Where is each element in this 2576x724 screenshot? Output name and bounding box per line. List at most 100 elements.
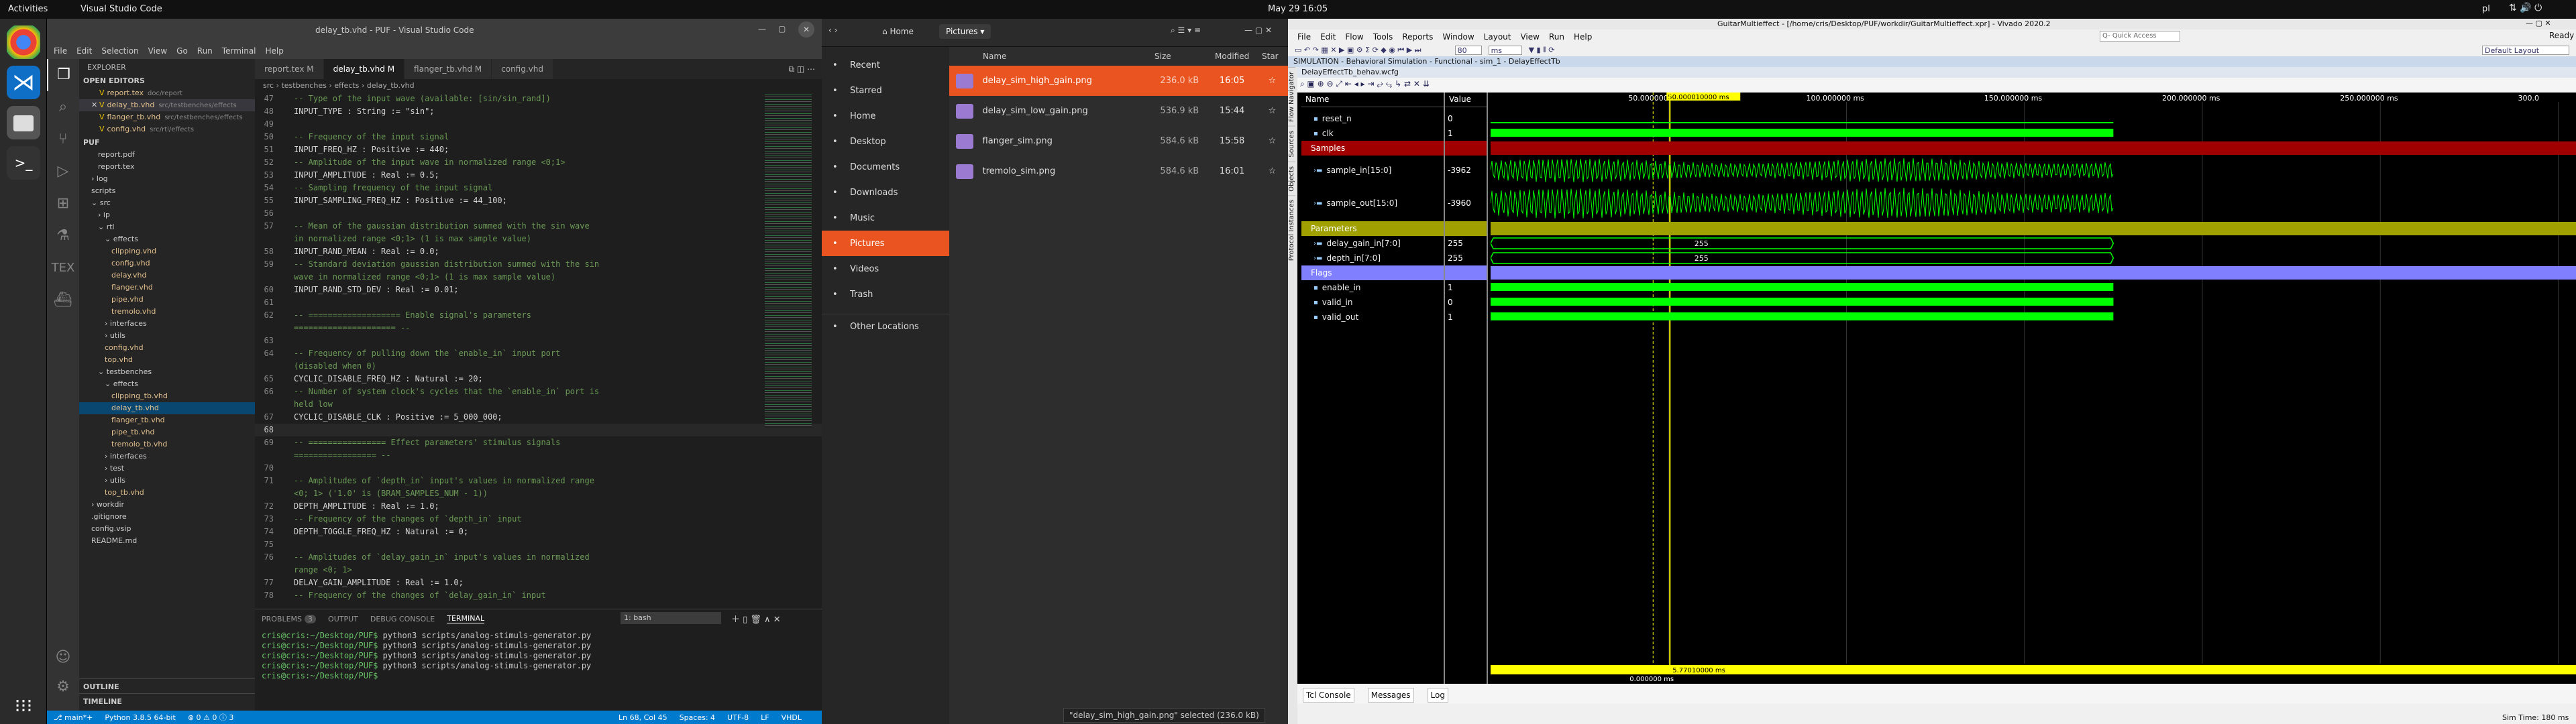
tree-item[interactable]: delay_tb.vhd	[79, 402, 255, 414]
editor-tab[interactable]: config.vhd	[492, 59, 553, 79]
workspace-header[interactable]: PUF	[79, 135, 255, 149]
signal-name-row[interactable]: ›▬ sample_out[15:0]	[1301, 185, 1444, 221]
sidebar-item-starred[interactable]: • Starred	[822, 78, 949, 103]
tree-item[interactable]: clipping.vhd	[79, 245, 255, 257]
column-header-modified[interactable]: Modified	[1211, 52, 1258, 61]
docker-icon[interactable]: ⛴	[47, 284, 79, 316]
breadcrumb[interactable]: src › testbenches › effects › delay_tb.v…	[255, 79, 822, 93]
signal-name-row[interactable]: ›▬ sample_in[15:0]	[1301, 156, 1444, 185]
tree-item[interactable]: ⌄ testbenches	[79, 366, 255, 378]
settings-gear-icon[interactable]: ⚙	[47, 678, 79, 708]
menu-file[interactable]: File	[54, 46, 67, 56]
tree-item[interactable]: › utils	[79, 475, 255, 487]
tree-item[interactable]: ⌄ effects	[79, 233, 255, 245]
wave-depth_in[7:0][interactable]	[1491, 252, 2114, 264]
column-header-size[interactable]: Size	[1150, 52, 1211, 61]
status-item[interactable]: Python 3.8.5 64-bit	[105, 713, 175, 722]
panel-tab-output[interactable]: OUTPUT	[328, 615, 358, 623]
close-editor-icon[interactable]: ✕	[91, 101, 99, 109]
expand-chevron-icon[interactable]: ›▬	[1313, 200, 1322, 207]
toolbar-icons[interactable]: ▭ ↶ ↷ ▦ ✕ ▶ ▣ ⚙ Σ ⟳ ◆ ◉ ⏮ ▶ ⏭	[1295, 46, 1421, 55]
tree-item[interactable]: › log	[79, 173, 255, 185]
vivado-menu-layout[interactable]: Layout	[1484, 32, 1511, 42]
tree-item[interactable]: scripts	[79, 185, 255, 197]
window-controls-icon[interactable]: — ▢ ✕	[2526, 19, 2551, 27]
vscode-icon[interactable]: ⋊	[7, 66, 40, 99]
sidebar-item-music[interactable]: • Music	[822, 205, 949, 231]
testing-icon[interactable]: ⚗	[47, 220, 79, 252]
sidebar-item-desktop[interactable]: • Desktop	[822, 129, 949, 154]
activities-button[interactable]: Activities	[8, 4, 48, 14]
star-icon[interactable]: ☆	[1262, 166, 1288, 176]
status-item[interactable]: LF	[761, 713, 769, 722]
signal-name-row[interactable]: Parameters	[1301, 221, 1444, 236]
vivado-menu-view[interactable]: View	[1520, 32, 1539, 42]
sidebar-item-recent[interactable]: • Recent	[822, 52, 949, 78]
maximize-icon[interactable]: ▢	[778, 24, 786, 34]
side-tab-protocol-instances[interactable]: Protocol Instances	[1288, 195, 1295, 265]
signal-name-row[interactable]: Samples	[1301, 141, 1444, 156]
tree-item[interactable]: flanger_tb.vhd	[79, 414, 255, 426]
sidebar-item-home[interactable]: • Home	[822, 103, 949, 129]
menu-edit[interactable]: Edit	[76, 46, 92, 56]
column-header-name[interactable]: Name	[949, 52, 1150, 61]
pictures-crumb[interactable]: Pictures ▾	[939, 24, 991, 39]
tree-item[interactable]: ⌄ rtl	[79, 221, 255, 233]
side-tab-objects[interactable]: Objects	[1288, 161, 1295, 196]
wave-sample_out[interactable]	[1491, 188, 2114, 219]
wave-toolbar[interactable]: ⌕ ▣ ⊕ ⊖ ⤢ ⇤ ◂ ▸ ⇥ ⥂ ⥃ ↳ ⇄ ✕ ⇊	[1300, 79, 2575, 91]
show-apps-icon[interactable]: ⁝⁝⁝	[7, 689, 40, 723]
tree-item[interactable]: report.pdf	[79, 149, 255, 161]
sidebar-item-pictures[interactable]: • Pictures	[822, 231, 949, 256]
star-icon[interactable]: ☆	[1262, 76, 1288, 86]
minimize-icon[interactable]: —	[758, 24, 766, 34]
vivado-menu-edit[interactable]: Edit	[1320, 32, 1336, 42]
panel-tab-debug-console[interactable]: DEBUG CONSOLE	[370, 615, 435, 623]
quick-access-search[interactable]: Q- Quick Access	[2100, 31, 2180, 42]
tree-item[interactable]: ⌄ src	[79, 197, 255, 209]
expand-chevron-icon[interactable]: ›▬	[1313, 167, 1322, 174]
sidebar-item-trash[interactable]: • Trash	[822, 282, 949, 307]
tree-item[interactable]: pipe.vhd	[79, 294, 255, 306]
clock[interactable]: May 29 16:05	[1268, 4, 1328, 14]
sidebar-item-other-locations[interactable]: • Other Locations	[822, 314, 949, 339]
tree-item[interactable]: delay.vhd	[79, 269, 255, 282]
status-item[interactable]: ⊗ 0 ⚠ 0 ⓘ 3	[188, 712, 234, 723]
file-row[interactable]: flanger_sim.png 584.6 kB 15:58 ☆	[949, 126, 1288, 156]
status-item[interactable]: Ln 68, Col 45	[619, 713, 667, 722]
run-unit-select[interactable]: ms	[1488, 46, 1522, 55]
keyboard-layout[interactable]: pl	[2482, 4, 2490, 14]
menu-run[interactable]: Run	[197, 46, 213, 56]
tree-item[interactable]: › interfaces	[79, 318, 255, 330]
menu-go[interactable]: Go	[176, 46, 188, 56]
wave-tab[interactable]: DelayEffectTb_behav.wcfg	[1297, 67, 2576, 78]
chrome-icon[interactable]	[7, 25, 40, 59]
network-icon[interactable]: ⇅ 🔊 ⏻	[2509, 3, 2542, 13]
side-tab-sources[interactable]: Sources	[1288, 125, 1295, 162]
open-editors-header[interactable]: OPEN EDITORS	[79, 74, 255, 87]
menu-view[interactable]: View	[148, 46, 167, 56]
terminal-icon[interactable]: >_	[7, 146, 40, 180]
vivado-menu-run[interactable]: Run	[1549, 32, 1564, 42]
files-icon[interactable]	[7, 106, 40, 139]
status-item[interactable]: ⎇ main*+	[54, 713, 93, 722]
tree-item[interactable]: config.vhd	[79, 257, 255, 269]
tree-item[interactable]: config.vsip	[79, 523, 255, 535]
vivado-menu-flow[interactable]: Flow	[1345, 32, 1363, 42]
tree-item[interactable]: tremolo.vhd	[79, 306, 255, 318]
vivado-menu-reports[interactable]: Reports	[1402, 32, 1433, 42]
menu-selection[interactable]: Selection	[101, 46, 138, 56]
open-editor-item[interactable]: Vflanger_tb.vhd src/testbenches/effects	[79, 111, 255, 123]
signal-name-row[interactable]: ▪ valid_out	[1301, 310, 1444, 324]
signal-name-row[interactable]: ▪ enable_in	[1301, 280, 1444, 295]
tree-item[interactable]: tremolo_tb.vhd	[79, 438, 255, 450]
editor-tab[interactable]: report.tex M	[255, 59, 324, 79]
code-editor[interactable]: 47 -- Type of the input wave (available: …	[255, 93, 822, 609]
sidebar-item-downloads[interactable]: • Downloads	[822, 180, 949, 205]
source-control-icon[interactable]: ⑂	[47, 123, 79, 156]
layout-select[interactable]: Default Layout	[2482, 46, 2569, 55]
terminal-actions-icon[interactable]: ＋ ▯ 🗑 ∧ ✕	[731, 612, 781, 625]
wave-enable_in[interactable]	[1491, 283, 2114, 291]
view-toggle-icon[interactable]: ⌕ ☰ ▾ ≡	[1171, 25, 1201, 36]
editor-tab[interactable]: flanger_tb.vhd M	[405, 59, 492, 79]
